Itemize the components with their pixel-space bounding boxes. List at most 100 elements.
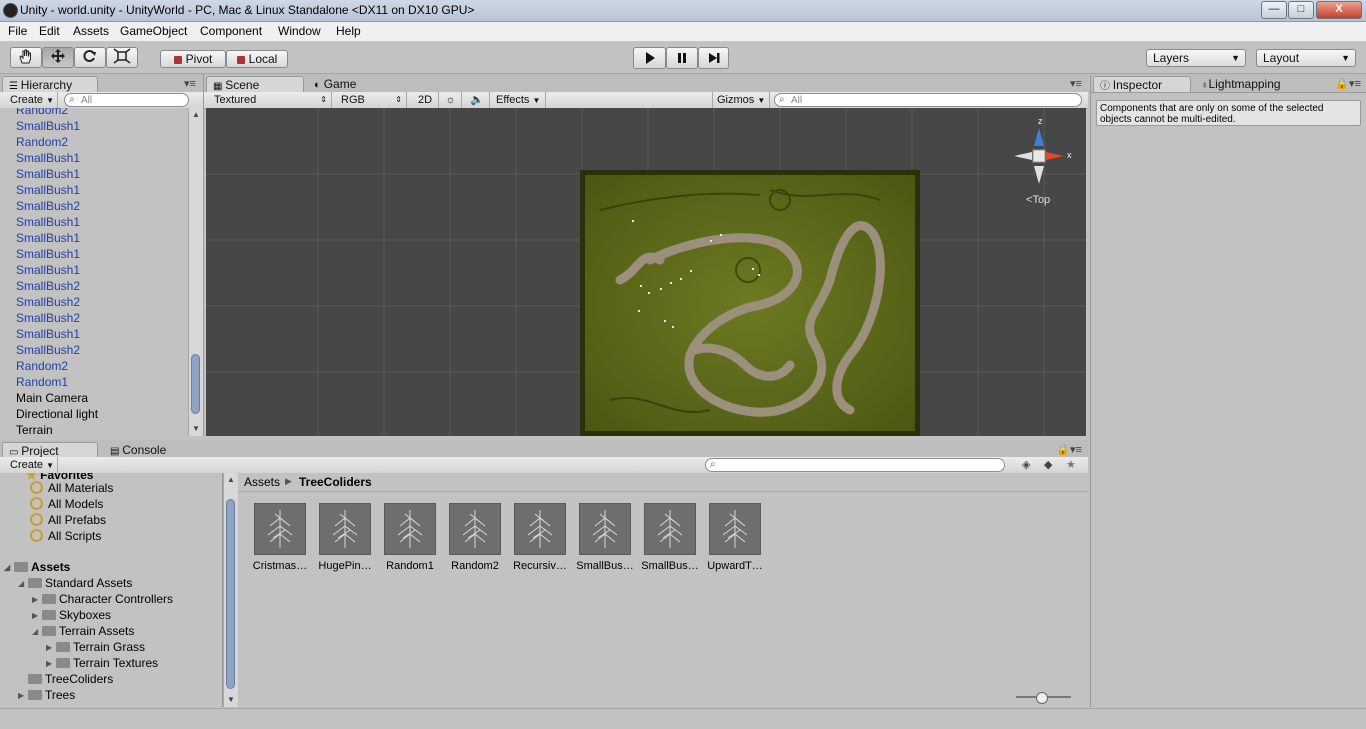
scroll-down-icon[interactable]: ▼	[227, 695, 235, 704]
filter-type-icon[interactable]: ◈	[1022, 458, 1030, 471]
asset-item[interactable]: Random1	[384, 503, 436, 572]
scrollbar-thumb[interactable]	[191, 354, 200, 414]
filter-label-icon[interactable]: ◆	[1044, 458, 1052, 471]
hierarchy-item[interactable]: SmallBush1	[16, 214, 80, 230]
lock-icon[interactable]: 🔒	[1335, 77, 1349, 90]
project-create-button[interactable]: Create ▼	[6, 457, 58, 473]
menu-edit[interactable]: Edit	[39, 24, 60, 38]
hierarchy-item[interactable]: Random1	[16, 374, 68, 390]
minimize-button[interactable]: —	[1261, 1, 1287, 19]
tree-treecoliders[interactable]: TreeColiders	[18, 671, 113, 687]
scene-viewport[interactable]: z x <Top	[206, 108, 1086, 436]
favorite-all-prefabs[interactable]: All Prefabs	[30, 512, 106, 528]
toggle-2d-button[interactable]: 2D	[414, 92, 439, 108]
hierarchy-item[interactable]: SmallBush2	[16, 294, 80, 310]
maximize-button[interactable]: □	[1288, 1, 1314, 19]
tab-game[interactable]: ◐ Game	[308, 76, 376, 92]
asset-item[interactable]: HugePin…	[318, 503, 372, 572]
menu-help[interactable]: Help	[336, 24, 361, 38]
scroll-up-icon[interactable]: ▲	[192, 110, 200, 119]
hierarchy-item[interactable]: Random2	[16, 108, 68, 118]
hierarchy-item[interactable]: Terrain	[16, 422, 53, 436]
tree-character-controllers[interactable]: ▶ Character Controllers	[32, 591, 173, 607]
tree-standard-assets[interactable]: ◢ Standard Assets	[18, 575, 132, 591]
scroll-down-icon[interactable]: ▼	[192, 424, 200, 433]
scroll-up-icon[interactable]: ▲	[227, 475, 235, 484]
tree-trees[interactable]: ▶ Trees	[18, 687, 75, 703]
scale-tool-button[interactable]	[106, 47, 138, 68]
render-mode-dropdown[interactable]: RGB ⇕	[337, 92, 407, 108]
hierarchy-item[interactable]: SmallBush2	[16, 198, 80, 214]
favorite-all-models[interactable]: All Models	[30, 496, 103, 512]
panel-menu-icon[interactable]: ▾≡	[1349, 77, 1361, 90]
hierarchy-item[interactable]: SmallBush2	[16, 278, 80, 294]
orientation-gizmo[interactable]: z x <Top	[1014, 116, 1074, 218]
hierarchy-item[interactable]: SmallBush1	[16, 182, 80, 198]
move-tool-button[interactable]	[42, 47, 74, 68]
hierarchy-scrollbar[interactable]: ▲ ▼	[188, 108, 203, 436]
tab-inspector[interactable]: ⓘ Inspector	[1093, 76, 1191, 92]
tree-terrain-grass[interactable]: ▶ Terrain Grass	[46, 639, 145, 655]
pause-button[interactable]	[666, 47, 698, 69]
favorite-all-scripts[interactable]: All Scripts	[30, 528, 101, 544]
scene-audio-toggle[interactable]: 🔈	[466, 92, 490, 108]
hand-tool-button[interactable]	[10, 47, 42, 68]
menu-window[interactable]: Window	[278, 24, 321, 38]
thumbnail-size-slider[interactable]	[1016, 692, 1071, 704]
hierarchy-item[interactable]: SmallBush2	[16, 310, 80, 326]
close-button[interactable]: X	[1316, 1, 1362, 19]
hierarchy-create-button[interactable]: Create ▼	[6, 92, 58, 108]
hierarchy-item[interactable]: Main Camera	[16, 390, 88, 406]
play-button[interactable]	[633, 47, 666, 69]
menu-assets[interactable]: Assets	[73, 24, 109, 38]
slider-handle[interactable]	[1036, 692, 1048, 704]
gizmos-dropdown[interactable]: Gizmos ▼	[712, 92, 770, 108]
tab-lightmapping[interactable]: ♁Lightmapping	[1195, 76, 1295, 92]
scene-lighting-toggle[interactable]: ☼	[440, 92, 462, 108]
local-toggle[interactable]: Local	[226, 50, 288, 68]
hierarchy-item[interactable]: SmallBush1	[16, 166, 80, 182]
asset-item[interactable]: Cristmas…	[253, 503, 307, 572]
scene-search-input[interactable]: ⌕ All	[774, 93, 1082, 107]
hierarchy-item[interactable]: SmallBush1	[16, 150, 80, 166]
view-label[interactable]: <Top	[1026, 194, 1050, 206]
hierarchy-item[interactable]: SmallBush1	[16, 262, 80, 278]
breadcrumb-assets[interactable]: Assets	[244, 475, 280, 489]
hierarchy-item[interactable]: SmallBush1	[16, 118, 80, 134]
panel-menu-icon[interactable]: ▾≡	[1070, 77, 1082, 90]
tab-hierarchy[interactable]: ☰ Hierarchy	[2, 76, 98, 92]
tab-scene[interactable]: ▦ Scene	[206, 76, 304, 92]
asset-item[interactable]: Recursiv…	[513, 503, 567, 572]
hierarchy-item[interactable]: SmallBush2	[16, 342, 80, 358]
tree-assets[interactable]: ◢ Assets	[4, 559, 70, 575]
draw-mode-dropdown[interactable]: Textured ⇕	[210, 92, 332, 108]
favorite-star-icon[interactable]: ★	[1066, 458, 1076, 471]
menu-gameobject[interactable]: GameObject	[120, 24, 187, 38]
menu-component[interactable]: Component	[200, 24, 262, 38]
pivot-toggle[interactable]: Pivot	[160, 50, 226, 68]
asset-item[interactable]: UpwardT…	[707, 503, 763, 572]
scrollbar-thumb[interactable]	[226, 499, 235, 689]
favorite-all-materials[interactable]: All Materials	[30, 480, 113, 496]
hierarchy-item[interactable]: SmallBush1	[16, 246, 80, 262]
hierarchy-search-input[interactable]: ⌕ All	[64, 93, 189, 107]
project-search-input[interactable]: ⌕	[705, 458, 1005, 472]
breadcrumb-treecoliders[interactable]: TreeColiders	[299, 475, 372, 489]
panel-menu-icon[interactable]: ▾≡	[184, 77, 196, 90]
hierarchy-item[interactable]: SmallBush1	[16, 326, 80, 342]
rotate-tool-button[interactable]	[74, 47, 106, 68]
hierarchy-item[interactable]: SmallBush1	[16, 230, 80, 246]
hierarchy-item[interactable]: Random2	[16, 134, 68, 150]
tab-project[interactable]: ▭ Project	[2, 442, 98, 458]
tree-terrain-assets[interactable]: ◢ Terrain Assets	[32, 623, 134, 639]
tree-skyboxes[interactable]: ▶ Skyboxes	[32, 607, 111, 623]
lock-icon[interactable]: 🔒	[1056, 443, 1070, 456]
tab-console[interactable]: ▤ Console	[104, 442, 184, 458]
asset-item[interactable]: SmallBus…	[641, 503, 699, 572]
project-tree-scrollbar[interactable]: ▲ ▼	[223, 473, 238, 707]
asset-item[interactable]: SmallBus…	[576, 503, 634, 572]
effects-dropdown[interactable]: Effects ▼	[492, 92, 546, 108]
menu-file[interactable]: File	[8, 24, 27, 38]
step-button[interactable]	[698, 47, 729, 69]
panel-menu-icon[interactable]: ▾≡	[1070, 443, 1082, 456]
